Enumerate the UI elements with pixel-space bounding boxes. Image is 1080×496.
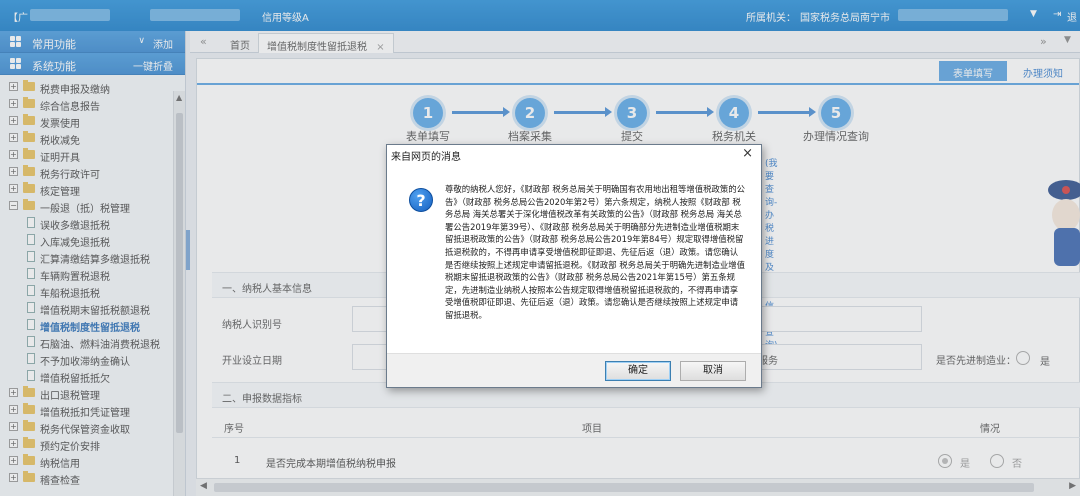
close-icon[interactable]: × [742,146,753,161]
dialog-title: 来自网页的消息 [391,152,461,163]
question-icon: ? [409,188,433,212]
dialog-body: ? 尊敬的纳税人您好，《财政部 税务总局关于明确国有农用地出租等增值税政策的公告… [387,165,761,355]
cancel-button[interactable]: 取消 [680,361,746,381]
ok-button[interactable]: 确定 [605,361,671,381]
dialog-footer: 确定 取消 [387,353,761,387]
dialog-titlebar[interactable]: 来自网页的消息 × [387,145,761,163]
message-dialog: 来自网页的消息 × ? 尊敬的纳税人您好，《财政部 税务总局关于明确国有农用地出… [386,144,762,388]
dialog-message: 尊敬的纳税人您好，《财政部 税务总局关于明确国有农用地出租等增值税政策的公告》（… [445,184,745,320]
